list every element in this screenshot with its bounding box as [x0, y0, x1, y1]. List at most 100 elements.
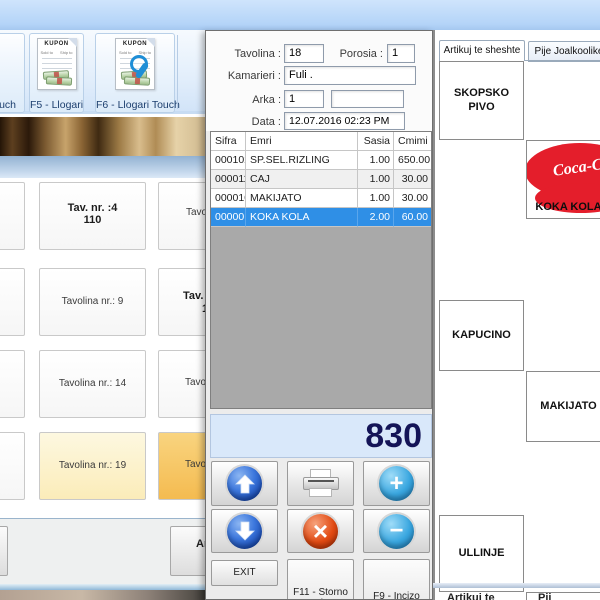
touch-hand-icon — [130, 55, 154, 79]
bottom-bar-button-partial[interactable] — [0, 526, 8, 576]
ribbon-button-f6-llogari-touch[interactable]: KUPON Sold to Ship to F6 - Llogari Touch — [95, 33, 175, 113]
kupon-soldto: Sold to — [41, 50, 53, 55]
table-button-4-line1: Tav. nr. :4 — [40, 202, 145, 214]
data-field[interactable]: 12.07.2016 02:23 PM — [284, 112, 405, 130]
printer-icon — [302, 469, 340, 499]
table-button-partial[interactable] — [0, 432, 25, 500]
desktop-strip — [0, 590, 205, 600]
minus-icon: − — [379, 514, 414, 549]
kupon-title: KUPON — [116, 41, 154, 47]
down-arrow-icon — [227, 514, 262, 549]
order-row[interactable]: 000010 MAKIJATO 1.00 30.00 — [211, 189, 431, 208]
cell-cmimi[interactable]: 30.00 — [394, 170, 431, 189]
tab-pije-joalkoolike[interactable]: Pije Joalkoolike — [528, 41, 600, 62]
product-panel: Artikuj te sheshte Pije Joalkoolike SKOP… — [433, 30, 600, 600]
order-row-selected[interactable]: 000001 KOKA KOLA 2.00 60.00 — [211, 208, 431, 227]
cell-emri[interactable]: CAJ — [246, 170, 358, 189]
move-down-button[interactable] — [211, 509, 278, 553]
column-header-sasia[interactable]: Sasia — [358, 132, 394, 151]
arka-label: Arka : — [214, 94, 281, 106]
right-panel-divider — [433, 583, 600, 588]
table-button-14[interactable]: Tavolina nr.: 14 — [39, 350, 146, 418]
f11-button-label: F11 - Storno — [288, 587, 353, 598]
window-top-band — [0, 0, 600, 30]
cell-sifra[interactable]: 000010 — [211, 189, 246, 208]
up-arrow-icon — [227, 466, 262, 501]
blue-gradient-band — [0, 156, 205, 178]
order-panel: Tavolina : 18 Porosia : 1 Kamarieri : Fu… — [205, 30, 433, 600]
table-button-10-label-line1: Tav. — [183, 290, 203, 302]
product-ullinje[interactable]: ULLINJE — [439, 515, 524, 592]
column-header-emri[interactable]: Emri — [246, 132, 358, 151]
ribbon-separator — [177, 35, 178, 109]
cell-sasia[interactable]: 2.00 — [358, 208, 394, 227]
cell-emri[interactable]: MAKIJATO — [246, 189, 358, 208]
cell-sifra[interactable]: 000102 — [211, 151, 246, 170]
cell-sasia[interactable]: 1.00 — [358, 170, 394, 189]
remove-item-button[interactable]: − — [363, 509, 430, 553]
money-stack-icon — [45, 76, 71, 85]
table-button-14-label: Tavolina nr.: 14 — [40, 378, 145, 389]
cancel-x-icon: × — [303, 514, 338, 549]
order-total: 830 — [210, 414, 432, 458]
wood-texture-band — [0, 117, 205, 156]
ribbon-button-f5-llogari[interactable]: KUPON Sold to Ship to F5 - Llogari — [29, 33, 84, 113]
move-up-button[interactable] — [211, 461, 278, 506]
table-header-row: Sifra Emri Sasia Cmimi — [211, 132, 431, 151]
column-header-cmimi[interactable]: Cmimi — [394, 132, 431, 151]
cell-emri[interactable]: KOKA KOLA — [246, 208, 358, 227]
tab-artikuj-te-sheshte[interactable]: Artikuj te sheshte — [439, 40, 525, 61]
tavolina-label: Tavolina : — [214, 48, 281, 60]
cell-cmimi[interactable]: 60.00 — [394, 208, 431, 227]
product-skopsko-pivo[interactable]: SKOPSKO PIVO — [439, 61, 524, 140]
exit-button[interactable]: EXIT — [211, 560, 278, 586]
f11-storno-button[interactable]: F11 - Storno Incizo — [287, 559, 354, 600]
table-button-4[interactable]: Tav. nr. :4 110 — [39, 182, 146, 250]
arka-field-2[interactable] — [331, 90, 404, 108]
data-label: Data : — [214, 116, 281, 128]
column-header-sifra[interactable]: Sifra — [211, 132, 246, 151]
order-items-table: Sifra Emri Sasia Cmimi 000102 SP.SEL.RIZ… — [210, 131, 432, 409]
kamarieri-field[interactable]: Fuli . — [284, 66, 416, 85]
print-button[interactable] — [287, 461, 354, 506]
table-button-9[interactable]: Tavolina nr.: 9 — [39, 268, 146, 336]
table-button-partial[interactable] — [0, 268, 25, 336]
ribbon-button-f6-label: F6 - Llogari Touch — [96, 99, 174, 111]
table-button-partial[interactable] — [0, 182, 25, 250]
porosia-field[interactable]: 1 — [387, 44, 415, 63]
ribbon-button-touch-label[interactable]: Touch — [0, 99, 16, 111]
product-kapucino[interactable]: KAPUCINO — [439, 300, 524, 371]
cancel-button[interactable]: × — [287, 509, 354, 553]
kupon-shipto: Ship to — [60, 50, 72, 55]
arka-field[interactable]: 1 — [284, 90, 324, 108]
cell-sasia[interactable]: 1.00 — [358, 151, 394, 170]
kupon-document-icon: KUPON Sold to Ship to — [37, 38, 77, 90]
ribbon-button-f5-label: F5 - Llogari — [30, 99, 83, 111]
cell-cmimi[interactable]: 650.00 — [394, 151, 431, 170]
product-label: MAKIJATO — [540, 400, 596, 414]
cell-cmimi[interactable]: 30.00 — [394, 189, 431, 208]
product-label: KAPUCINO — [452, 329, 511, 343]
order-row[interactable]: 000011 CAJ 1.00 30.00 — [211, 170, 431, 189]
kupon-document-icon: KUPON Sold to Ship to — [115, 38, 155, 90]
footer-fragment-artikuj: Artikuj te — [447, 592, 495, 600]
cell-sasia[interactable]: 1.00 — [358, 189, 394, 208]
add-item-button[interactable]: + — [363, 461, 430, 506]
product-koka-kola[interactable]: Coca-Cola KOKA KOLA — [526, 140, 600, 219]
kamarieri-label: Kamarieri : — [209, 70, 281, 82]
order-row[interactable]: 000102 SP.SEL.RIZLING 1.00 650.00 — [211, 151, 431, 170]
table-button-19[interactable]: Tavolina nr.: 19 — [39, 432, 146, 500]
table-button-partial[interactable] — [0, 350, 25, 418]
table-button-19-label: Tavolina nr.: 19 — [40, 460, 145, 471]
product-makijato[interactable]: MAKIJATO — [526, 371, 600, 442]
cell-sifra[interactable]: 000011 — [211, 170, 246, 189]
cell-emri[interactable]: SP.SEL.RIZLING — [246, 151, 358, 170]
pos-app-window: Touch KUPON Sold to Ship to F5 - Llogari… — [0, 0, 600, 600]
f9-incizo-button[interactable]: F9 - Incizo — [363, 559, 430, 600]
f9-button-label: F9 - Incizo — [364, 591, 429, 600]
tavolina-field[interactable]: 18 — [284, 44, 324, 63]
kupon-title: KUPON — [38, 41, 76, 47]
cell-sifra[interactable]: 000001 — [211, 208, 246, 227]
table-button-4-line2: 110 — [40, 214, 145, 226]
exit-button-label: EXIT — [212, 567, 277, 578]
